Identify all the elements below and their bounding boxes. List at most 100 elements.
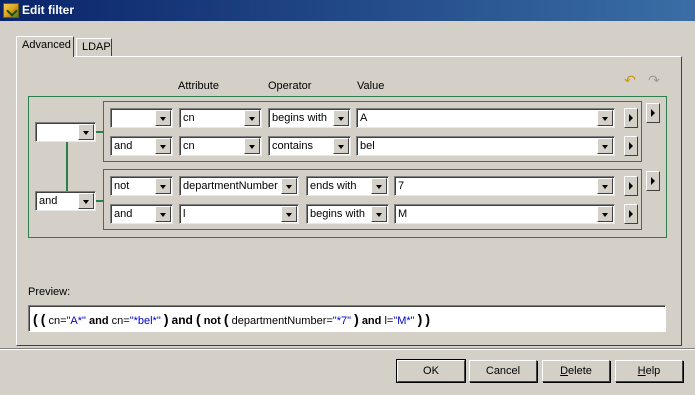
tab-advanced[interactable]: Advanced	[16, 36, 74, 57]
row3-logic-value: not	[114, 180, 130, 192]
preview-string: "A*"	[66, 315, 86, 327]
row2-operator-select[interactable]: contains	[268, 136, 351, 156]
chevron-down-icon[interactable]	[244, 110, 260, 126]
chevron-down-icon[interactable]	[78, 193, 94, 209]
preview-paren: (	[33, 311, 38, 327]
preview-paren: (	[223, 311, 229, 327]
ok-button[interactable]: OK	[396, 359, 466, 383]
preview-keyword: and	[171, 313, 193, 327]
chevron-down-icon[interactable]	[597, 206, 613, 222]
chevron-down-icon[interactable]	[155, 206, 171, 222]
preview-string: "*7"	[332, 315, 352, 327]
help-mnemonic: H	[637, 365, 646, 377]
row4-operator-value: begins with	[310, 208, 366, 220]
group1-logic-select[interactable]	[35, 122, 96, 142]
row3-logic-select[interactable]: not	[110, 176, 173, 196]
delete-button[interactable]: Delete	[542, 360, 610, 382]
preview-keyword: not	[203, 315, 221, 327]
preview-keyword: and	[361, 315, 382, 327]
chevron-down-icon[interactable]	[155, 178, 171, 194]
preview-paren: (	[40, 311, 46, 327]
ok-label: OK	[423, 365, 439, 377]
chevron-down-icon[interactable]	[155, 110, 171, 126]
preview-attr: l=	[384, 315, 394, 327]
preview-string: "*bel*"	[129, 315, 161, 327]
tab-ldap-label: LDAP	[82, 41, 111, 53]
group2-more-button[interactable]	[646, 171, 660, 191]
preview-attr: cn=	[48, 315, 67, 327]
window-title: Edit filter	[22, 3, 75, 17]
preview-paren: )	[354, 311, 359, 327]
chevron-down-icon[interactable]	[281, 206, 297, 222]
delete-mnemonic: D	[560, 365, 569, 377]
chevron-down-icon[interactable]	[597, 110, 613, 126]
row3-value-text: 7	[398, 180, 405, 192]
row3-operator-select[interactable]: ends with	[306, 176, 389, 196]
header-attribute: Attribute	[178, 80, 219, 92]
row1-operator-value: begins with	[272, 112, 328, 124]
preview-keyword: and	[89, 315, 109, 327]
row4-value-select[interactable]: M	[394, 204, 615, 224]
row4-more-button[interactable]	[624, 204, 638, 224]
preview-string: "M*"	[393, 315, 415, 327]
connector-vertical	[66, 141, 68, 191]
chevron-down-icon[interactable]	[371, 178, 387, 194]
tab-ldap[interactable]: LDAP	[76, 38, 112, 57]
connector-group1	[96, 131, 104, 133]
chevron-down-icon[interactable]	[244, 138, 260, 154]
preview-box: ( ( cn="A*" and cn="*bel*" ) and ( not (…	[28, 305, 666, 332]
undo-arrow-icon[interactable]: ↶	[622, 72, 638, 88]
row3-more-button[interactable]	[624, 176, 638, 196]
row3-attribute-value: departmentNumber	[183, 180, 278, 192]
cancel-button[interactable]: Cancel	[469, 360, 537, 382]
row4-logic-select[interactable]: and	[110, 204, 173, 224]
title-bar[interactable]: Edit filter	[0, 0, 695, 21]
chevron-down-icon[interactable]	[333, 110, 349, 126]
row2-logic-value: and	[114, 140, 133, 152]
row2-logic-select[interactable]: and	[110, 136, 173, 156]
row4-operator-select[interactable]: begins with	[306, 204, 389, 224]
header-operator: Operator	[268, 80, 312, 92]
chevron-down-icon[interactable]	[371, 206, 387, 222]
header-value: Value	[357, 80, 385, 92]
row1-value-select[interactable]: A	[356, 108, 615, 128]
row1-operator-select[interactable]: begins with	[268, 108, 351, 128]
help-label: elp	[645, 365, 661, 377]
tab-advanced-label: Advanced	[22, 39, 71, 51]
row2-more-button[interactable]	[624, 136, 638, 156]
app-icon	[3, 3, 19, 18]
row4-logic-value: and	[114, 208, 133, 220]
row2-attribute-value: cn	[183, 140, 195, 152]
group2-logic-value: and	[39, 195, 58, 207]
preview-attr: cn=	[111, 315, 130, 327]
row3-operator-value: ends with	[310, 180, 357, 192]
row2-value-text: bel	[360, 140, 375, 152]
row4-attribute-select[interactable]: l	[179, 204, 299, 224]
row1-attribute-value: cn	[183, 112, 195, 124]
row1-logic-select[interactable]	[110, 108, 173, 128]
row2-value-select[interactable]: bel	[356, 136, 615, 156]
preview-paren: (	[195, 311, 201, 327]
row4-attribute-value: l	[183, 208, 186, 220]
row1-value-text: A	[360, 112, 368, 124]
row1-attribute-select[interactable]: cn	[179, 108, 262, 128]
preview-attr: departmentNumber=	[231, 315, 333, 327]
chevron-down-icon[interactable]	[597, 178, 613, 194]
row3-value-select[interactable]: 7	[394, 176, 615, 196]
row1-more-button[interactable]	[624, 108, 638, 128]
redo-arrow-icon[interactable]: ↷	[646, 72, 662, 88]
group2-logic-select[interactable]: and	[35, 191, 96, 211]
chevron-down-icon[interactable]	[597, 138, 613, 154]
connector-group2	[96, 200, 104, 202]
help-button[interactable]: Help	[615, 360, 683, 382]
chevron-down-icon[interactable]	[155, 138, 171, 154]
row2-attribute-select[interactable]: cn	[179, 136, 262, 156]
chevron-down-icon[interactable]	[333, 138, 349, 154]
row3-attribute-select[interactable]: departmentNumber	[179, 176, 299, 196]
chevron-down-icon[interactable]	[281, 178, 297, 194]
row4-value-text: M	[398, 208, 408, 220]
group1-more-button[interactable]	[646, 103, 660, 123]
chevron-down-icon[interactable]	[78, 124, 94, 140]
preview-paren: )	[425, 311, 431, 327]
preview-paren: )	[163, 311, 169, 327]
